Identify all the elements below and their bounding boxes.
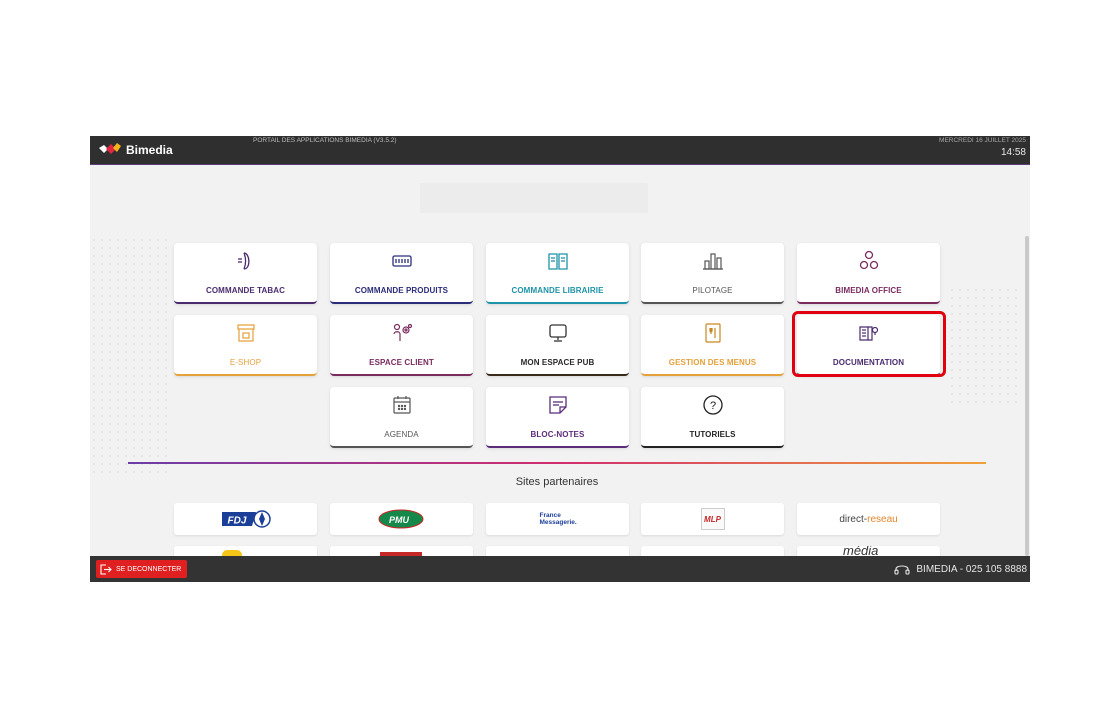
bottom-bar: SE DECONNECTER BIMEDIA - 025 105 8888 (90, 556, 1030, 582)
partner-mlp[interactable]: MLP (641, 503, 784, 535)
logo-text: Bimedia (126, 143, 173, 157)
keyboard-icon (390, 249, 414, 273)
support-label: BIMEDIA - 025 105 8888 (916, 563, 1027, 575)
tile-label: AGENDA (384, 430, 419, 439)
tile-label: COMMANDE PRODUITS (354, 286, 449, 295)
svg-text:?: ? (709, 400, 715, 412)
mlp-logo: MLP (700, 508, 725, 530)
top-bar: Bimedia PORTAIL DES APPLICATIONS BIMEDIA… (90, 136, 1030, 165)
current-date: MERCREDI 16 JUILLET 2025 (939, 137, 1026, 144)
partner-pmu[interactable]: PMU (330, 503, 473, 535)
svg-text:FDJ: FDJ (227, 516, 246, 527)
open-book-icon (546, 249, 570, 273)
pmu-logo: PMU (378, 509, 423, 529)
notepad-icon (546, 393, 570, 417)
logout-button[interactable]: SE DECONNECTER (96, 560, 188, 578)
section-divider (128, 462, 986, 464)
partner-partial-2[interactable] (330, 546, 473, 556)
fdj-logo: FDJ (221, 510, 271, 528)
svg-text:PMU: PMU (389, 515, 410, 525)
partner-fdj[interactable]: FDJ (174, 503, 317, 535)
shop-basket-icon (234, 321, 258, 345)
logout-icon (100, 563, 112, 575)
tile-bloc-notes[interactable]: BLOC-NOTES (486, 387, 629, 448)
menu-card-icon (701, 321, 725, 345)
tile-label: MON ESPACE PUB (520, 358, 595, 367)
logout-label: SE DECONNECTER (116, 565, 182, 573)
partner-partial-3[interactable] (486, 546, 629, 556)
tile-commande-librairie[interactable]: COMMANDE LIBRAIRIE (486, 243, 629, 304)
decorative-dots-right (948, 286, 1018, 406)
tile-label: TUTORIELS (689, 430, 736, 439)
calendar-icon (390, 393, 414, 417)
tile-e-shop[interactable]: E-SHOP (174, 315, 317, 376)
direct-reseau-logo: direct-reseau (839, 513, 898, 525)
bar-chart-icon (701, 249, 725, 273)
tile-tutoriels[interactable]: ? TUTORIELS (641, 387, 784, 448)
decorative-dots-left (90, 236, 170, 476)
tile-bimedia-office[interactable]: BIMEDIA OFFICE (797, 243, 940, 304)
tile-label: COMMANDE LIBRAIRIE (511, 286, 604, 295)
tile-label: COMMANDE TABAC (205, 286, 286, 295)
tile-label: GESTION DES MENUS (668, 358, 757, 367)
tile-commande-tabac[interactable]: COMMANDE TABAC (174, 243, 317, 304)
portal-app: Bimedia PORTAIL DES APPLICATIONS BIMEDIA… (90, 136, 1030, 582)
question-circle-icon: ? (701, 393, 725, 417)
tile-label: BIMEDIA OFFICE (835, 286, 902, 295)
partner-partial-4[interactable] (641, 546, 784, 556)
tile-label: ESPACE CLIENT (369, 358, 434, 367)
tile-gestion-des-menus[interactable]: GESTION DES MENUS (641, 315, 784, 376)
tile-commande-produits[interactable]: COMMANDE PRODUITS (330, 243, 473, 304)
tile-label: E-SHOP (229, 358, 262, 367)
tile-agenda[interactable]: AGENDA (330, 387, 473, 448)
france-messagerie-logo: France Messagerie. (539, 512, 577, 526)
tile-pilotage[interactable]: PILOTAGE (641, 243, 784, 304)
bimedia-logo: Bimedia (98, 142, 173, 158)
molecule-icon (857, 249, 881, 273)
partner-france-messagerie[interactable]: France Messagerie. (486, 503, 629, 535)
tile-label: PILOTAGE (692, 286, 733, 295)
bimedia-logo-icon (99, 143, 121, 154)
documentation-highlight (792, 311, 946, 377)
partners-title: Sites partenaires (515, 476, 599, 488)
tile-mon-espace-pub[interactable]: MON ESPACE PUB (486, 315, 629, 376)
search-placeholder-box (420, 183, 648, 213)
tile-label: BLOC-NOTES (530, 430, 585, 439)
partner-partial-1[interactable] (174, 546, 317, 556)
scrollbar[interactable] (1025, 236, 1029, 556)
partial-media-logo: média (843, 546, 879, 556)
monitor-icon (546, 321, 570, 345)
client-gears-icon (390, 321, 414, 345)
tabac-cone-icon (234, 249, 258, 273)
support-contact[interactable]: BIMEDIA - 025 105 8888 (894, 562, 1027, 576)
headset-icon (894, 565, 910, 575)
portal-title: PORTAIL DES APPLICATIONS BIMEDIA (V3.5.2… (253, 137, 397, 144)
current-time: 14:58 (1000, 147, 1026, 158)
partner-direct-reseau[interactable]: direct-reseau (797, 503, 940, 535)
partner-partial-5[interactable]: média (797, 546, 940, 556)
tile-espace-client[interactable]: ESPACE CLIENT (330, 315, 473, 376)
